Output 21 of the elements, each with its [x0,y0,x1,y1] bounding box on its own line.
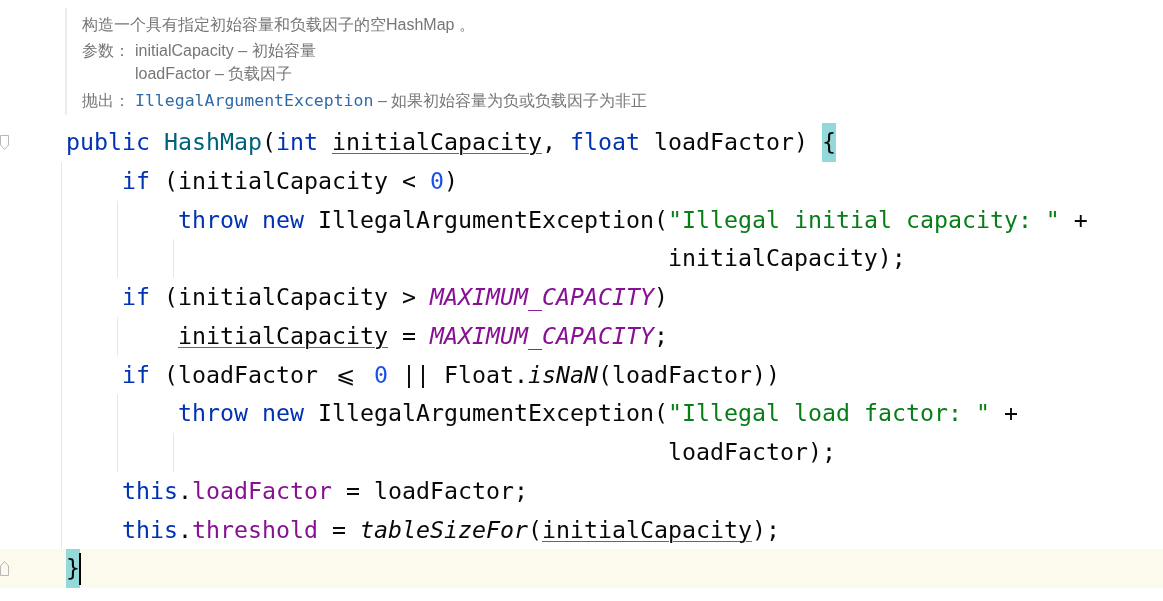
code-line: if (initialCapacity > MAXIMUM_CAPACITY) [122,282,668,313]
fold-marker-icon[interactable] [0,134,9,150]
doc-section-label: 参数： [82,41,130,61]
parameter-description: loadFactor – 负载因子 [135,64,293,84]
doc-summary: 构造一个具有指定初始容量和负载因子的空HashMap 。 [82,15,475,35]
text-cursor [79,552,81,585]
code-line: public HashMap(int initialCapacity, float loadFactor) { [66,123,836,162]
code-line: if (initialCapacity < 0) [122,165,458,196]
exception-link[interactable]: IllegalArgumentException [135,91,374,110]
code-line: loadFactor); [667,437,836,467]
code-line: this.threshold = tableSizeFor(initialCapacity); [122,514,780,545]
code-line: initialCapacity); [667,243,906,274]
exception-description: IllegalArgumentException – 如果初始容量为负或负载因子为非正 [135,90,648,112]
code-line: if (loadFactor ⩽ 0 || Float.isNaN(loadFactor)) [122,359,780,390]
fold-marker-icon[interactable] [0,561,9,577]
code-line: throw new IllegalArgumentException("Illegal load factor: " + [178,398,1018,429]
doc-section-label: 抛出： [82,91,130,111]
parameter-description: initialCapacity – 初始容量 [135,41,316,61]
code-line: throw new IllegalArgumentException("Illegal initial capacity: " + [178,204,1088,235]
code-line: this.loadFactor = loadFactor; [122,475,528,506]
code-line: initialCapacity = MAXIMUM_CAPACITY; [178,320,668,352]
